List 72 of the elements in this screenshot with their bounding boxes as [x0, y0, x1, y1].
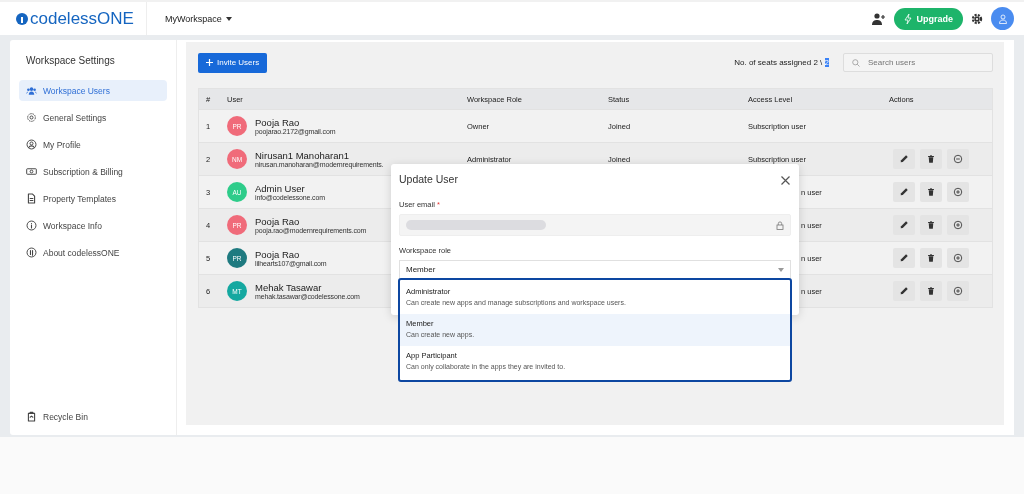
sidebar-item[interactable]: My Profile [19, 134, 167, 155]
invite-button[interactable]: Invite Users [198, 52, 268, 73]
person-icon [26, 139, 37, 150]
delete-button[interactable] [920, 248, 942, 268]
trash-icon [926, 187, 936, 197]
workspace-dropdown[interactable]: MyWorkspace [158, 12, 238, 25]
pencil-icon [899, 253, 909, 263]
caret-icon [778, 267, 784, 272]
user-name: Mehak Tasawar [255, 282, 323, 293]
sidebar-item[interactable]: About codelessONE [19, 242, 167, 263]
caret-icon [225, 16, 232, 21]
trash-icon [926, 220, 936, 230]
add-button[interactable] [947, 182, 969, 202]
seats-count: No. of seats assigned 2 \ 2 [734, 58, 829, 67]
pencil-icon [899, 220, 909, 230]
pencil-icon [899, 187, 909, 197]
lock-icon [776, 220, 784, 230]
edit-button[interactable] [893, 149, 915, 169]
trash-icon [926, 253, 936, 263]
banknote-icon [26, 166, 37, 177]
plus-circle-icon [953, 187, 963, 197]
user-name: Admin User [255, 183, 306, 194]
bin-icon [26, 411, 37, 422]
user-name: Pooja Rao [255, 216, 301, 227]
pencil-icon [899, 286, 909, 296]
sidebar-title: Workspace Settings [25, 54, 116, 68]
role-select[interactable]: Member [399, 260, 791, 279]
delete-button[interactable] [920, 281, 942, 301]
remove-button[interactable] [947, 149, 969, 169]
delete-button[interactable] [920, 182, 942, 202]
sidebar-item[interactable]: Property Templates [19, 188, 167, 209]
delete-button[interactable] [920, 149, 942, 169]
edit-button[interactable] [893, 281, 915, 301]
user-name: Nirusan1 Manoharan1 [255, 150, 350, 161]
add-user-icon[interactable] [872, 12, 887, 25]
user-avatar[interactable] [991, 7, 1014, 30]
sidebar-item[interactable]: Workspace Users [19, 80, 167, 101]
pencil-icon [899, 154, 909, 164]
plus-circle-icon [953, 220, 963, 230]
edit-button[interactable] [893, 215, 915, 235]
plus-circle-icon [953, 253, 963, 263]
minus-circle-icon [953, 154, 963, 164]
document-icon [26, 193, 37, 204]
sidebar-item[interactable]: Recycle Bin [19, 406, 167, 427]
delete-button[interactable] [920, 215, 942, 235]
users-icon [26, 85, 37, 96]
logo-icon [26, 247, 37, 258]
close-button[interactable] [780, 173, 791, 185]
settings-icon[interactable] [971, 12, 983, 25]
user-name: Pooja Rao [255, 117, 301, 128]
edit-button[interactable] [893, 182, 915, 202]
trash-icon [926, 286, 936, 296]
search-field[interactable]: Search users [843, 53, 993, 72]
sidebar-item[interactable]: Subscription & Billing [19, 161, 167, 182]
settings-icon [26, 112, 37, 123]
dialog-title: Update User [399, 173, 458, 185]
search-icon [852, 58, 860, 67]
add-button[interactable] [947, 215, 969, 235]
plus-icon [206, 59, 213, 66]
sidebar-item[interactable]: General Settings [19, 107, 167, 128]
logo-icon [16, 12, 28, 25]
sidebar-item[interactable]: Workspace Info [19, 215, 167, 236]
plus-circle-icon [953, 286, 963, 296]
user-name: Pooja Rao [255, 249, 301, 260]
bolt-icon [904, 13, 913, 24]
logo-text: codelessONE [30, 8, 134, 29]
add-button[interactable] [947, 281, 969, 301]
edit-button[interactable] [893, 248, 915, 268]
info-icon [26, 220, 37, 231]
search-input[interactable]: Search users [866, 57, 980, 68]
add-button[interactable] [947, 248, 969, 268]
trash-icon [926, 154, 936, 164]
